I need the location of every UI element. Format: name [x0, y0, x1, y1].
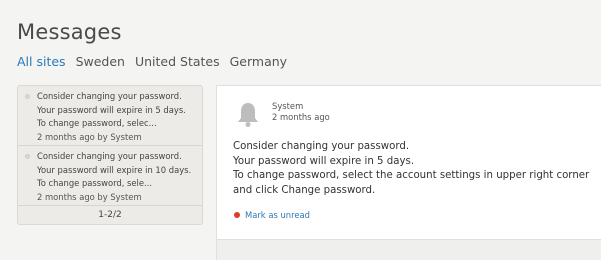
tab-united-states[interactable]: United States: [135, 54, 220, 69]
message-body: Consider changing your password. Your pa…: [233, 140, 593, 198]
message-meta: 2 months ago by System: [37, 191, 142, 202]
bell-icon: [238, 103, 258, 127]
detail-footer: [216, 240, 601, 260]
message-detail: System 2 months ago Consider changing yo…: [216, 85, 601, 240]
message-body-line: Consider changing your password.: [233, 141, 410, 152]
read-status-dot: [25, 154, 30, 159]
mark-as-unread-label: Mark as unread: [245, 210, 310, 220]
site-tabs: All sites Sweden United States Germany: [17, 54, 287, 69]
message-sender: System 2 months ago: [272, 101, 330, 123]
read-status-dot: [25, 94, 30, 99]
message-list: Consider changing your password. Your pa…: [17, 85, 203, 225]
pagination-label: 1-2/2: [98, 210, 122, 220]
mark-as-unread-link[interactable]: Mark as unread: [234, 210, 310, 220]
tab-sweden[interactable]: Sweden: [76, 54, 125, 69]
message-meta: 2 months ago by System: [37, 131, 142, 142]
message-list-item[interactable]: Consider changing your password. Your pa…: [18, 86, 202, 146]
message-body-line: Your password will expire in 5 days.: [233, 155, 415, 167]
tab-germany[interactable]: Germany: [230, 54, 287, 69]
message-snippet: Consider changing your password. Your pa…: [37, 151, 192, 188]
tab-all-sites[interactable]: All sites: [17, 54, 66, 69]
sender-name: System: [272, 101, 304, 111]
message-time: 2 months ago: [272, 112, 330, 122]
message-snippet: Consider changing your password. Your pa…: [37, 91, 186, 128]
message-body-line: To change password, select the account s…: [233, 170, 590, 196]
unread-dot-icon: [234, 212, 240, 218]
page-title: Messages: [17, 20, 122, 44]
message-list-item[interactable]: Consider changing your password. Your pa…: [18, 146, 202, 206]
